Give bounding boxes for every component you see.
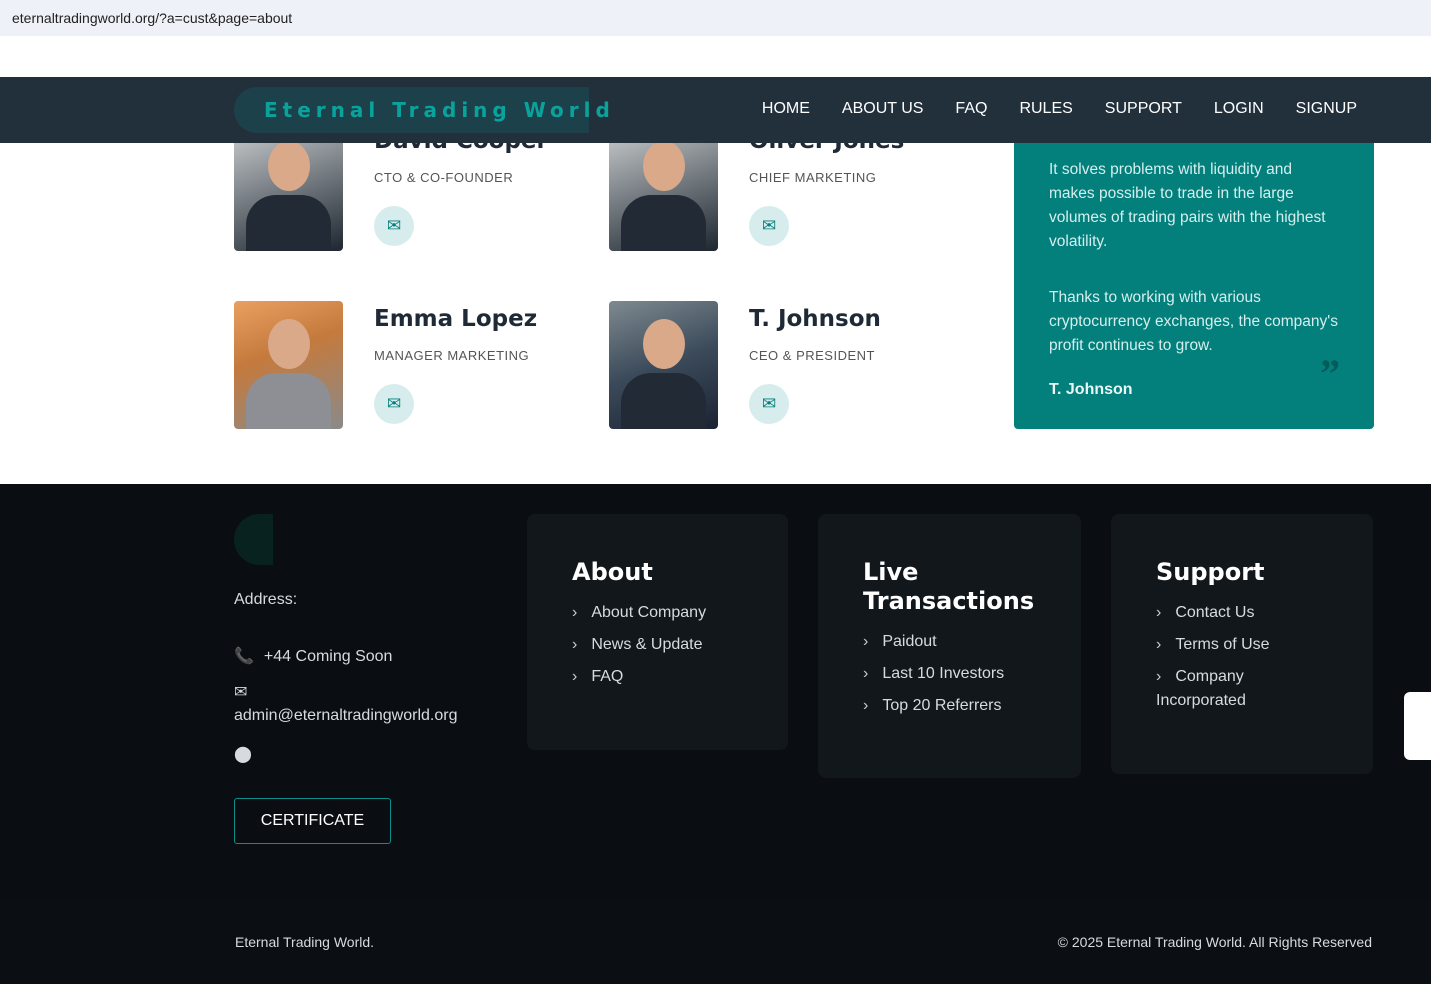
team-photo (609, 301, 718, 429)
team-role: CHIEF MARKETING (749, 170, 877, 185)
footer-link[interactable]: › Paidout (863, 626, 1081, 658)
site-header: Eternal Trading World HOME ABOUT US FAQ … (0, 77, 1431, 143)
mail-icon[interactable]: ✉ (374, 206, 414, 246)
team-role: MANAGER MARKETING (374, 348, 530, 363)
footer-link[interactable]: › Terms of Use (1156, 629, 1373, 661)
site-logo[interactable]: Eternal Trading World (234, 87, 610, 133)
footer-link[interactable]: › About Company (572, 597, 788, 629)
live-card: Live Transactions › Paidout › Last 10 Inve… (818, 514, 1081, 778)
footer-link[interactable]: › Company Incorporated (1156, 661, 1306, 713)
nav-login[interactable]: LOGIN (1214, 100, 1264, 118)
about-card: About › About Company › News & Update › FAQ (527, 514, 788, 750)
mail-icon: ✉ (234, 684, 248, 701)
testimonial-text: It solves problems with liquidity and ma… (1049, 161, 1326, 250)
footer: Address: 📞 +44 Coming Soon ✉ admin@eterna… (0, 484, 1431, 898)
support-card: Support › Contact Us › Terms of Use › Compa… (1111, 514, 1373, 774)
footer-bottom: Eternal Trading World. © 2025 Eternal Tr… (0, 898, 1431, 984)
nav-signup[interactable]: SIGNUP (1296, 100, 1357, 118)
mail-icon[interactable]: ✉ (374, 384, 414, 424)
team-role: CEO & PRESIDENT (749, 348, 875, 363)
footer-logo (234, 514, 273, 565)
main-nav: HOME ABOUT US FAQ RULES SUPPORT LOGIN SI… (762, 100, 1357, 118)
footer-link[interactable]: › Contact Us (1156, 597, 1373, 629)
team-name: Emma Lopez (374, 306, 538, 332)
team-photo (234, 301, 343, 429)
mail-icon[interactable]: ✉ (749, 384, 789, 424)
phone-icon: 📞 (234, 648, 254, 665)
phone: 📞 +44 Coming Soon (234, 646, 392, 666)
testimonial-text: Thanks to working with various cryptocur… (1049, 289, 1338, 354)
live-title: Live Transactions (863, 558, 1035, 615)
location-icon: ⬤ (234, 746, 252, 763)
quote-icon: ” (1320, 351, 1340, 396)
certificate-button[interactable]: CERTIFICATE (234, 798, 391, 844)
nav-rules[interactable]: RULES (1019, 100, 1072, 118)
footer-link[interactable]: › News & Update (572, 629, 788, 661)
mail-icon[interactable]: ✉ (749, 206, 789, 246)
nav-faq[interactable]: FAQ (955, 100, 987, 118)
address-bar[interactable]: eternaltradingworld.org/?a=cust&page=abo… (0, 0, 1431, 36)
copyright: © 2025 Eternal Trading World. All Rights… (1057, 934, 1372, 950)
testimonial-card: It solves problems with liquidity and ma… (1014, 100, 1374, 429)
footer-link[interactable]: › Top 20 Referrers (863, 690, 1081, 722)
nav-about[interactable]: ABOUT US (842, 100, 924, 118)
footer-brand: Eternal Trading World. (235, 934, 375, 950)
about-title: About (572, 558, 653, 586)
team-name: T. Johnson (749, 306, 881, 332)
footer-link[interactable]: › FAQ (572, 661, 788, 693)
phone-text: +44 Coming Soon (263, 648, 393, 665)
side-widget[interactable] (1404, 692, 1431, 760)
testimonial-author: T. Johnson (1049, 381, 1133, 398)
footer-link[interactable]: › Last 10 Investors (863, 658, 1081, 690)
address-label: Address: (234, 591, 298, 608)
support-title: Support (1156, 558, 1265, 586)
email[interactable]: admin@eternaltradingworld.org (234, 707, 457, 725)
team-role: CTO & CO-FOUNDER (374, 170, 514, 185)
nav-support[interactable]: SUPPORT (1105, 100, 1182, 118)
nav-home[interactable]: HOME (762, 100, 810, 118)
